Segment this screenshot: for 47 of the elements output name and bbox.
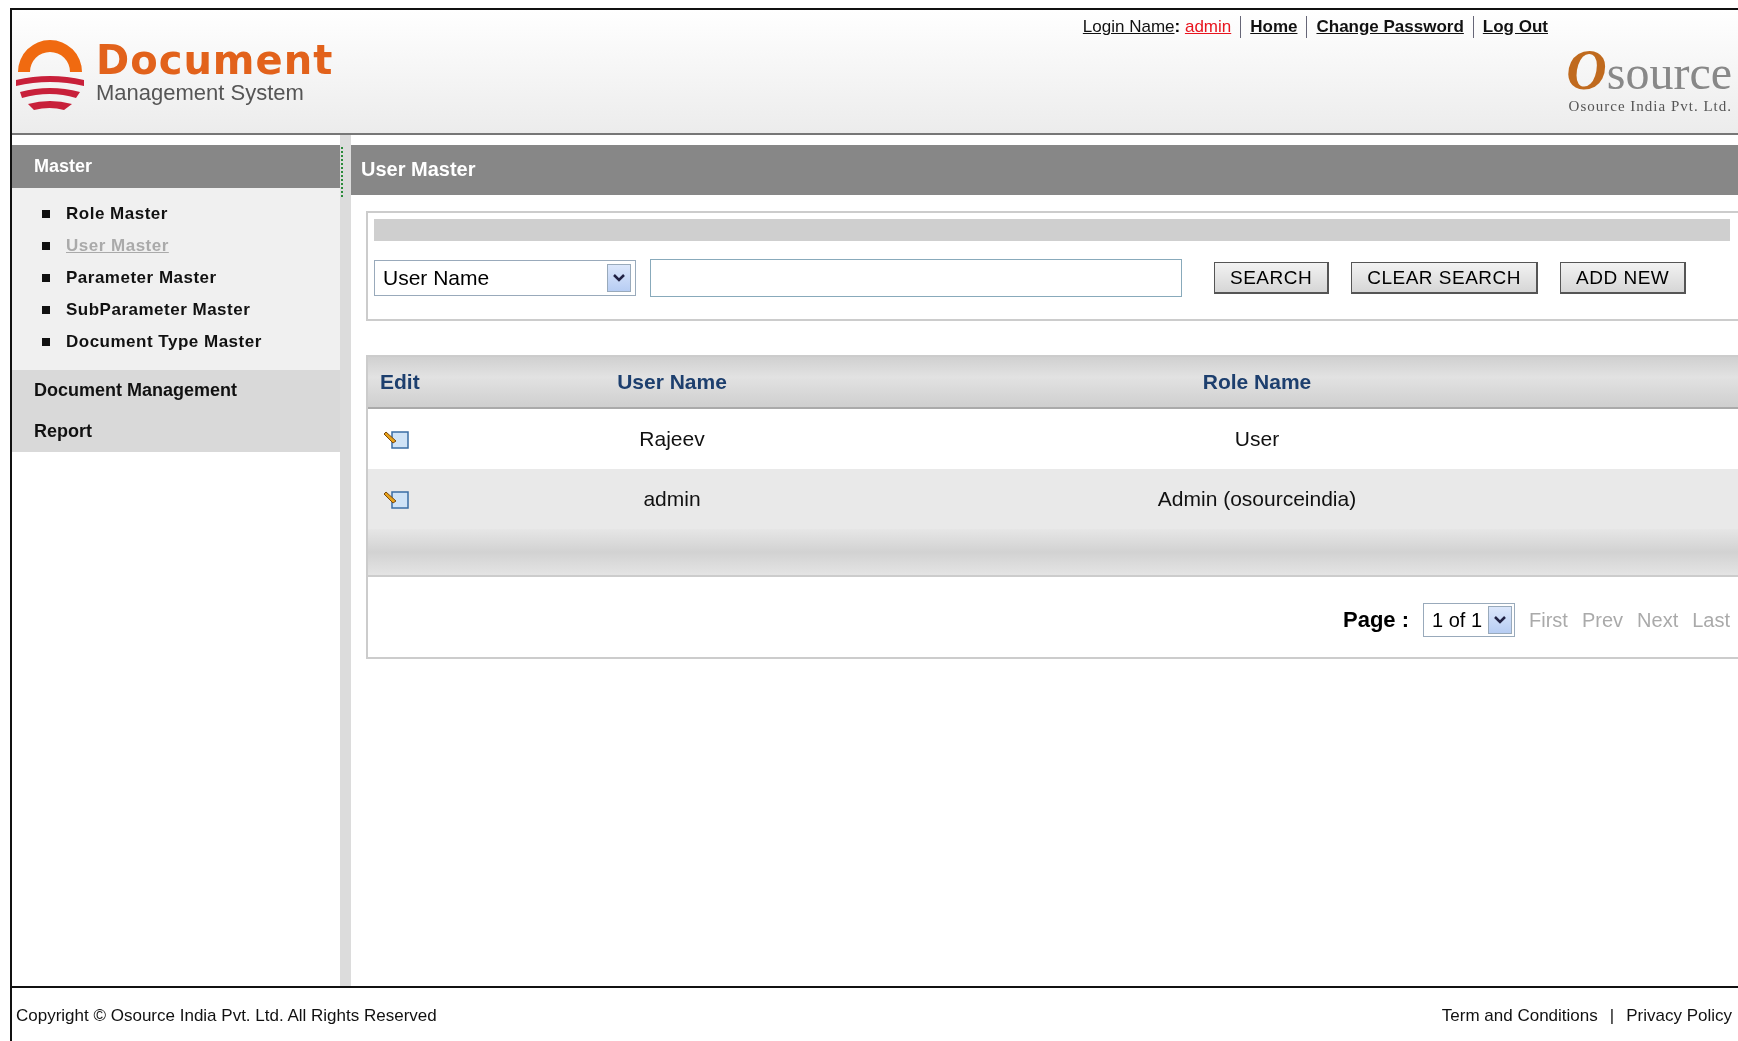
action-button[interactable]: ADD NEW [1560,262,1687,294]
sidebar-item[interactable]: SubParameter Master [66,300,251,320]
sidebar-item[interactable]: Parameter Master [66,268,217,288]
table-cell: Rajeev [639,427,705,451]
link-separator: | [1609,1006,1615,1027]
sidebar-item[interactable]: Role Master [66,204,168,224]
table-cell: Admin (osourceindia) [1157,487,1357,511]
header-link[interactable]: Log Out [1482,17,1548,37]
action-button[interactable]: SEARCH [1214,262,1330,294]
footer-link[interactable]: Term and Conditions [1441,1006,1598,1041]
action-button[interactable]: CLEAR SEARCH [1351,262,1538,294]
chevron-down-icon [1493,615,1508,625]
footer-link[interactable]: Privacy Policy [1626,1006,1732,1041]
column-header: User Name [617,370,727,394]
table-cell: User [1234,427,1280,451]
bullet-icon [42,306,50,314]
edit-button[interactable] [384,488,410,510]
logo-subtitle: Management System [96,81,305,104]
header-link[interactable]: Change Password [1316,17,1464,37]
brand-name: Osource [1566,42,1732,98]
sidebar-group[interactable]: Master [12,145,340,188]
bullet-icon [42,242,50,250]
chevron-down-icon [612,273,626,283]
search-field-select[interactable]: User Name [374,260,636,296]
page-select[interactable]: 1 of 1 [1423,603,1516,637]
login-label: Login Name [1082,17,1175,37]
bullet-icon [42,338,50,346]
column-header: Edit [379,370,420,394]
sidebar-group[interactable]: Report [12,411,340,452]
edit-icon [384,488,410,510]
sidebar-group[interactable]: Document Management [12,370,340,411]
sidebar-item[interactable]: Document Type Master [66,332,262,352]
page-label: Page : [1342,607,1409,633]
colon: : [1174,17,1181,37]
bullet-icon [42,274,50,282]
edit-button[interactable] [384,428,410,450]
page-title: User Master [351,145,1738,195]
bullet-icon [42,210,50,218]
column-header: Role Name [1202,370,1312,394]
copyright-text: Copyright © Osource India Pvt. Ltd. All Rights Reserved [16,1006,437,1027]
header-link[interactable]: Home [1250,17,1298,37]
logo-title: Document [96,39,334,80]
brand-tagline: Osource India Pvt. Ltd. [1568,98,1732,115]
search-field[interactable] [650,259,1182,297]
edit-icon [384,428,410,450]
login-name-link[interactable]: admin [1184,17,1232,37]
table-cell: admin [643,487,701,511]
